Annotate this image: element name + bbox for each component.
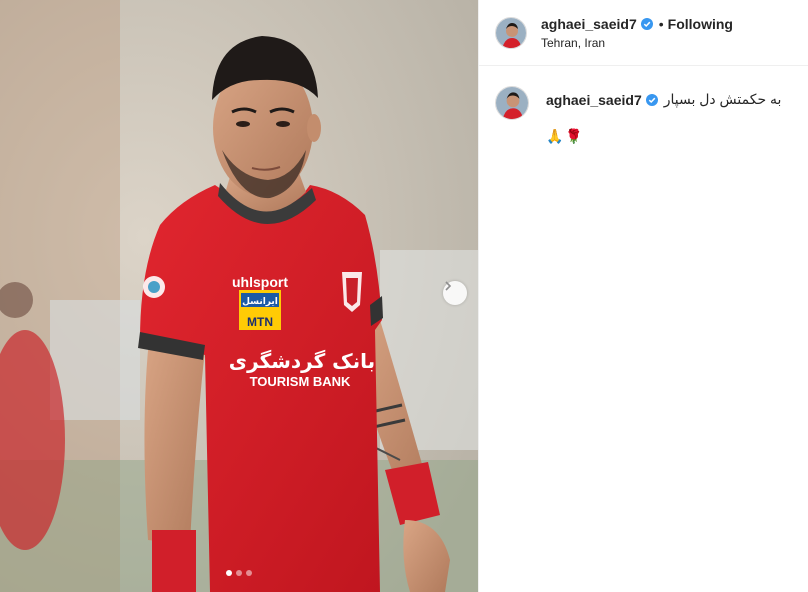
caption-comment: aghaei_saeid7 به حکمتش دل بسپار 🙏🌹: [495, 86, 781, 145]
post-view: uhlsport ایرانسل MTN بانک گردشگری TOURIS…: [0, 0, 808, 592]
player-photo: uhlsport ایرانسل MTN بانک گردشگری TOURIS…: [0, 0, 478, 592]
jersey-sponsor-fa: بانک گردشگری: [229, 349, 375, 373]
carousel-next-button[interactable]: [443, 281, 467, 305]
following-button[interactable]: Following: [668, 16, 733, 32]
username-link[interactable]: aghaei_saeid7: [541, 16, 637, 32]
post-side-panel: aghaei_saeid7 • Following Tehran, Iran a…: [478, 0, 808, 592]
avatar-image: [496, 87, 528, 119]
carousel-indicator: [0, 570, 478, 576]
avatar[interactable]: [495, 86, 529, 120]
carousel-dot: [246, 570, 252, 576]
verified-badge-icon: [640, 17, 653, 30]
comment-username-link[interactable]: aghaei_saeid7: [546, 92, 642, 108]
jersey-patch: MTN: [247, 315, 273, 329]
carousel-dot: [226, 570, 232, 576]
jersey-brand: uhlsport: [232, 274, 288, 290]
jersey-patch-fa: ایرانسل: [242, 297, 278, 307]
chevron-right-icon: [445, 281, 452, 291]
caption-emoji: 🙏🌹: [546, 128, 585, 144]
carousel-dot: [236, 570, 242, 576]
avatar[interactable]: [495, 16, 527, 49]
verified-badge-icon: [645, 93, 658, 106]
location-link[interactable]: Tehran, Iran: [541, 36, 733, 50]
jersey-sponsor-en: TOURISM BANK: [250, 374, 351, 389]
post-photo[interactable]: uhlsport ایرانسل MTN بانک گردشگری TOURIS…: [0, 0, 478, 592]
separator-dot: •: [658, 15, 664, 32]
post-header: aghaei_saeid7 • Following Tehran, Iran: [479, 0, 808, 66]
caption-text: به حکمتش دل بسپار: [663, 91, 782, 107]
avatar-image: [496, 17, 526, 48]
